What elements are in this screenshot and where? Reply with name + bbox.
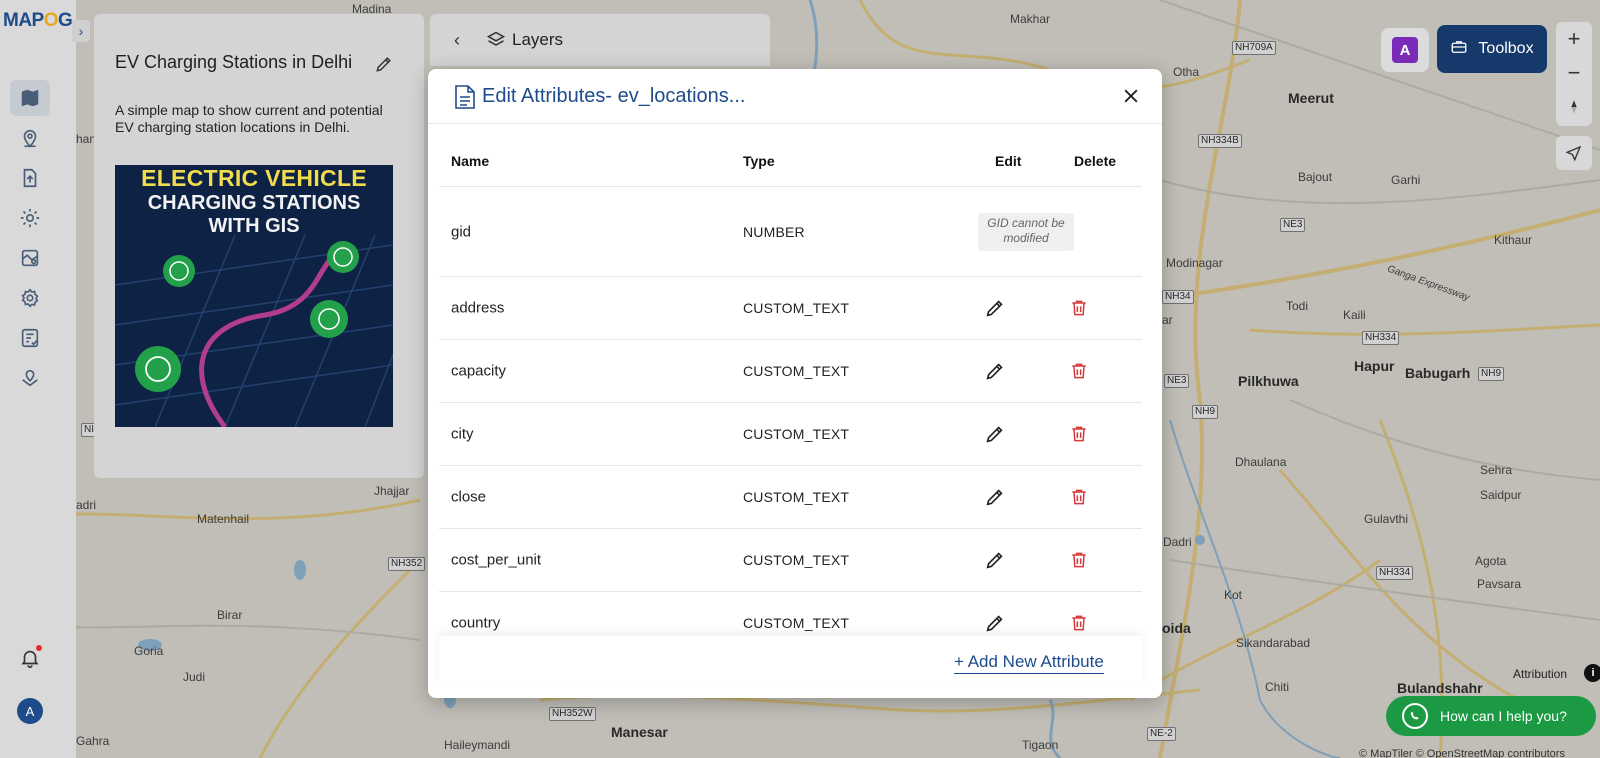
cover-subheadline-1: CHARGING STATIONS (147, 192, 361, 214)
upload-file-icon[interactable] (10, 160, 50, 196)
edit-pencil-icon[interactable] (983, 611, 1007, 635)
attribute-type: CUSTOM_TEXT (743, 489, 850, 505)
zoom-controls: + − (1556, 22, 1592, 126)
help-chat-label: How can I help you? (1440, 708, 1567, 724)
attribute-name: cost_per_unit (451, 551, 542, 569)
compass-icon[interactable] (1556, 90, 1592, 124)
table-row: capacity CUSTOM_TEXT (439, 340, 1142, 403)
dialog-title: Edit Attributes- ev_locations... (482, 85, 746, 107)
attribute-name: country (451, 614, 501, 632)
attribute-name: close (451, 488, 487, 506)
ai-assistant-button[interactable]: A (1381, 28, 1429, 72)
delete-trash-icon[interactable] (1067, 611, 1091, 635)
attribute-name: city (451, 425, 474, 443)
attribute-name: address (451, 299, 505, 317)
bell-icon[interactable] (10, 640, 50, 676)
delete-trash-icon[interactable] (1067, 296, 1091, 320)
map-icon[interactable] (10, 80, 50, 116)
navigate-icon[interactable] (1556, 136, 1592, 170)
map-story-panel: EV Charging Stations in Delhi A simple m… (94, 14, 424, 478)
edit-pencil-icon[interactable] (983, 359, 1007, 383)
notification-dot (36, 645, 42, 651)
delete-trash-icon[interactable] (1067, 548, 1091, 572)
attribution-label: Attribution (1513, 667, 1568, 681)
dialog-header: Edit Attributes- ev_locations... (428, 69, 1162, 124)
map-copyright: © MapTiler © OpenStreetMap contributors (1359, 748, 1565, 758)
table-row: cost_per_unit CUSTOM_TEXT (439, 529, 1142, 592)
pencil-icon[interactable] (374, 54, 394, 74)
toolbox-button[interactable]: Toolbox (1437, 25, 1547, 73)
attribute-type: CUSTOM_TEXT (743, 363, 850, 379)
whatsapp-icon (1402, 703, 1428, 729)
layers-icon (486, 30, 506, 50)
attribute-type: CUSTOM_TEXT (743, 615, 850, 631)
app-logo[interactable]: MAPOG (3, 10, 73, 32)
table-header: Name Type Edit Delete (439, 124, 1142, 187)
layers-title: Layers (512, 30, 564, 49)
edit-pencil-icon[interactable] (983, 548, 1007, 572)
info-icon[interactable]: i (1584, 664, 1600, 682)
help-chat-button[interactable]: How can I help you? (1386, 696, 1596, 736)
dialog-footer: + Add New Attribute (439, 636, 1142, 686)
column-header-edit: Edit (995, 153, 1022, 169)
report-icon[interactable] (10, 320, 50, 356)
document-icon (454, 84, 476, 110)
close-icon[interactable] (1118, 83, 1144, 109)
attribute-name: capacity (451, 362, 507, 380)
map-description: A simple map to show current and potenti… (115, 102, 383, 135)
map-layers-icon[interactable] (10, 240, 50, 276)
add-new-attribute-button[interactable]: + Add New Attribute (954, 652, 1104, 674)
location-pin-icon[interactable] (10, 120, 50, 156)
attribute-type: CUSTOM_TEXT (743, 552, 850, 568)
data-collection-icon[interactable] (10, 360, 50, 396)
edit-pencil-icon[interactable] (983, 485, 1007, 509)
table-row: gid NUMBER GID cannot be modified (439, 187, 1142, 277)
left-sidebar: MAPOG A (0, 0, 76, 758)
edit-pencil-icon[interactable] (983, 422, 1007, 446)
attribute-type: CUSTOM_TEXT (743, 300, 850, 316)
table-row: city CUSTOM_TEXT (439, 403, 1142, 466)
delete-trash-icon[interactable] (1067, 359, 1091, 383)
layers-panel-header: ‹ Layers (430, 14, 770, 66)
settings-icon[interactable] (10, 280, 50, 316)
map-title: EV Charging Stations in Delhi (115, 52, 353, 72)
table-row: address CUSTOM_TEXT (439, 277, 1142, 340)
delete-trash-icon[interactable] (1067, 422, 1091, 446)
briefcase-icon (1450, 38, 1468, 61)
cover-subheadline-2: WITH GIS (208, 215, 300, 237)
chevron-right-icon[interactable]: › (72, 20, 90, 42)
column-header-delete: Delete (1074, 153, 1117, 169)
zoom-in-button[interactable]: + (1556, 22, 1592, 56)
column-header-name: Name (451, 153, 490, 169)
ai-icon: A (1392, 37, 1418, 63)
chevron-left-icon[interactable]: ‹ (454, 30, 460, 51)
zoom-out-button[interactable]: − (1556, 56, 1592, 90)
story-cover-image: ELECTRIC VEHICLE CHARGING STATIONS WITH … (115, 165, 393, 427)
edit-attributes-dialog: Edit Attributes- ev_locations... Name Ty… (428, 69, 1162, 698)
gid-locked-note: GID cannot be modified (978, 212, 1074, 251)
avatar[interactable]: A (17, 698, 43, 724)
toolbox-label: Toolbox (1478, 40, 1534, 57)
edit-pencil-icon[interactable] (983, 296, 1007, 320)
attribute-type: CUSTOM_TEXT (743, 426, 850, 442)
cover-headline: ELECTRIC VEHICLE (141, 165, 367, 191)
processing-gear-icon[interactable] (10, 200, 50, 236)
attribute-type: NUMBER (743, 223, 805, 240)
column-header-type: Type (743, 153, 775, 169)
attribute-name: gid (451, 223, 472, 240)
table-row: close CUSTOM_TEXT (439, 466, 1142, 529)
attributes-table: Name Type Edit Delete gid NUMBER GID can… (439, 124, 1142, 655)
delete-trash-icon[interactable] (1067, 485, 1091, 509)
